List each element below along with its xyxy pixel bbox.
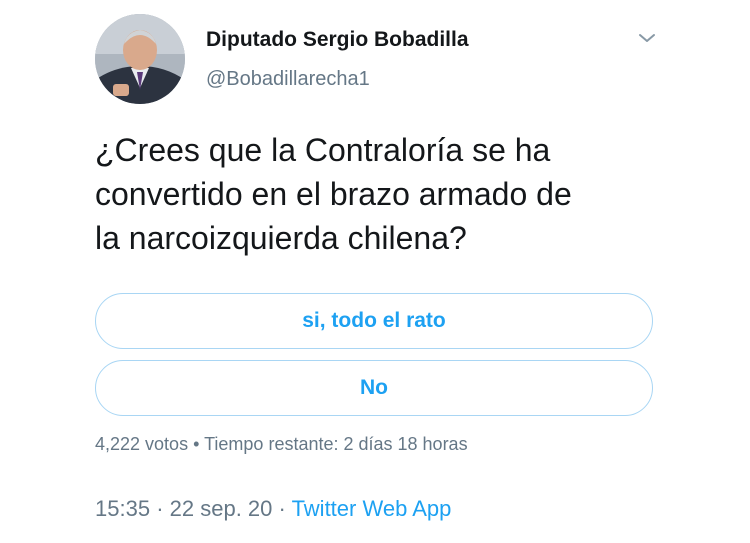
- author-handle[interactable]: @Bobadillarecha1: [206, 68, 370, 91]
- separator-dot: ·: [278, 496, 286, 521]
- tweet: Diputado Sergio Bobadilla @Bobadillarech…: [0, 0, 750, 543]
- separator-dot: ·: [156, 496, 164, 521]
- source-link[interactable]: Twitter Web App: [292, 496, 452, 521]
- tweet-time[interactable]: 15:35: [95, 496, 150, 521]
- tweet-text: ¿Crees que la Contraloría se ha converti…: [95, 128, 695, 260]
- poll-option-label: No: [360, 376, 388, 399]
- poll-option-label: si, todo el rato: [302, 309, 446, 332]
- author-name[interactable]: Diputado Sergio Bobadilla: [206, 28, 469, 52]
- separator-dot: •: [193, 434, 200, 454]
- poll-option-button[interactable]: si, todo el rato: [95, 293, 653, 349]
- poll-meta: 4,222 votos • Tiempo restante: 2 días 18…: [95, 434, 468, 455]
- person-photo: [95, 14, 185, 104]
- tweet-text-line: ¿Crees que la Contraloría se ha: [95, 132, 551, 168]
- poll-vote-count: 4,222 votos: [95, 434, 189, 454]
- tweet-footer: 15:35 · 22 sep. 20 · Twitter Web App: [95, 496, 451, 522]
- chevron-down-icon[interactable]: [636, 30, 658, 46]
- tweet-text-line: convertido en el brazo armado de: [95, 176, 572, 212]
- tweet-date[interactable]: 22 sep. 20: [170, 496, 273, 521]
- tweet-text-line: la narcoizquierda chilena?: [95, 220, 467, 256]
- avatar[interactable]: [95, 14, 185, 104]
- poll-time-left: Tiempo restante: 2 días 18 horas: [204, 434, 468, 454]
- poll-option-button[interactable]: No: [95, 360, 653, 416]
